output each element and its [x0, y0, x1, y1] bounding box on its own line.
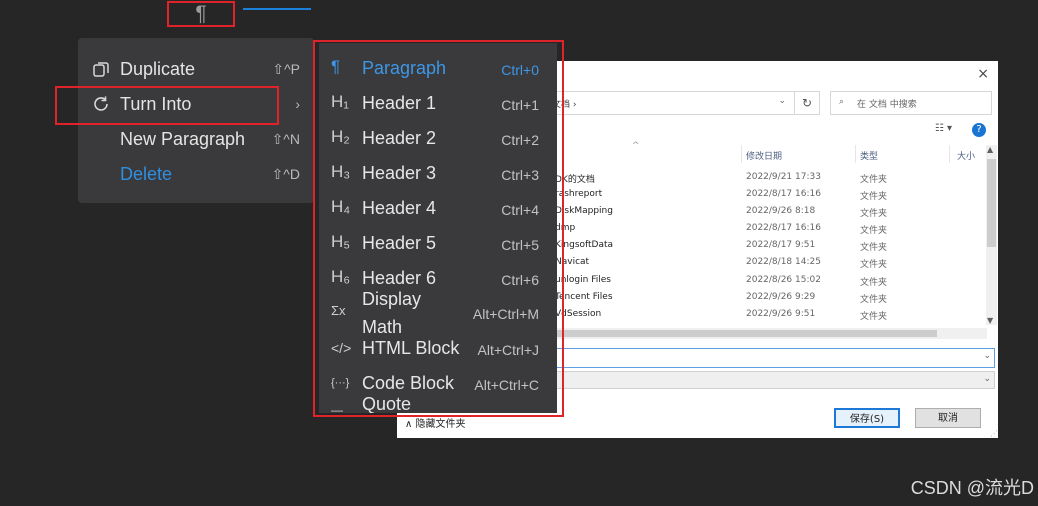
- chevron-down-icon: ⌄: [778, 96, 786, 106]
- turn-into-highlight-frame: [55, 86, 279, 125]
- file-date: 2022/9/26 9:29: [746, 292, 816, 302]
- menu-item-new-paragraph[interactable]: New Paragraph ⇧^N: [78, 121, 314, 156]
- hide-folders-label: 隐藏文件夹: [415, 419, 466, 430]
- file-row[interactable]: VdSession 2022/9/26 9:51 文件夹: [547, 306, 987, 323]
- file-type: 文件夹: [860, 260, 888, 270]
- chevron-right-icon: ›: [295, 96, 300, 112]
- hide-folders-toggle[interactable]: ∧ 隐藏文件夹: [405, 415, 466, 430]
- menu-item-label: Delete: [120, 164, 173, 184]
- close-icon[interactable]: ×: [977, 66, 989, 82]
- help-icon[interactable]: ?: [972, 123, 986, 137]
- active-tab-indicator: [243, 8, 311, 10]
- paragraph-icon: ¶: [195, 2, 207, 25]
- file-row[interactable]: unlogin Files 2022/8/26 15:02 文件夹: [547, 272, 987, 289]
- column-divider[interactable]: [949, 145, 950, 163]
- menu-item-delete[interactable]: Delete ⇧^D: [78, 156, 314, 191]
- search-input[interactable]: ⌕ 在 文档 中搜索: [830, 91, 992, 115]
- search-placeholder: 在 文档 中搜索: [857, 100, 917, 110]
- file-row[interactable]: DK的文档 2022/9/21 17:33 文件夹: [547, 169, 987, 186]
- file-type: 文件夹: [860, 175, 888, 185]
- menu-item-label: Duplicate: [120, 59, 196, 79]
- file-date: 2022/9/21 17:33: [746, 172, 821, 182]
- column-divider[interactable]: [741, 145, 742, 163]
- scroll-down-icon[interactable]: ▼: [987, 316, 993, 325]
- menu-item-shortcut: ⇧^D: [271, 166, 300, 182]
- menu-item-duplicate[interactable]: Duplicate ⇧^P: [78, 51, 314, 86]
- column-divider[interactable]: [855, 145, 856, 163]
- scrollbar-thumb[interactable]: [549, 330, 937, 337]
- file-type: 文件夹: [860, 243, 888, 253]
- sort-ascending-icon: ^: [632, 141, 640, 151]
- refresh-button[interactable]: ↻: [794, 91, 820, 115]
- file-row[interactable]: dmp 2022/8/17 16:16 文件夹: [547, 220, 987, 237]
- column-header-type[interactable]: 类型: [860, 149, 878, 162]
- file-row[interactable]: Tencent Files 2022/9/26 9:29 文件夹: [547, 289, 987, 306]
- file-row[interactable]: DiskMapping 2022/9/26 8:18 文件夹: [547, 203, 987, 220]
- file-row[interactable]: Navicat 2022/8/18 14:25 文件夹: [547, 254, 987, 271]
- chevron-up-icon: ∧: [405, 419, 416, 430]
- scrollbar-thumb[interactable]: [987, 159, 996, 247]
- view-options-icon[interactable]: ☷ ▾: [935, 123, 952, 134]
- chevron-down-icon[interactable]: ⌄: [983, 374, 991, 384]
- submenu-highlight-frame: [313, 40, 564, 417]
- address-bar[interactable]: 文档 › ⌄: [547, 91, 795, 115]
- file-date: 2022/8/18 14:25: [746, 257, 821, 267]
- column-header-date[interactable]: 修改日期: [746, 149, 782, 162]
- filetype-select[interactable]: ⌄: [547, 371, 995, 389]
- menu-item-shortcut: ⇧^P: [272, 61, 300, 77]
- file-type: 文件夹: [860, 192, 888, 202]
- file-date: 2022/8/26 15:02: [746, 275, 821, 285]
- file-date: 2022/9/26 8:18: [746, 206, 816, 216]
- file-date: 2022/8/17 16:16: [746, 189, 821, 199]
- file-row[interactable]: rashreport 2022/8/17 16:16 文件夹: [547, 186, 987, 203]
- file-type: 文件夹: [860, 209, 888, 219]
- file-date: 2022/9/26 9:51: [746, 309, 816, 319]
- scroll-up-icon[interactable]: ▲: [987, 145, 993, 154]
- resize-grip-icon[interactable]: ⋰: [990, 429, 998, 438]
- horizontal-scrollbar[interactable]: [547, 328, 987, 339]
- watermark: CSDN @流光D: [910, 478, 1034, 498]
- file-type: 文件夹: [860, 226, 888, 236]
- file-date: 2022/8/17 9:51: [746, 240, 816, 250]
- duplicate-icon: [93, 62, 109, 77]
- file-type: 文件夹: [860, 295, 888, 305]
- file-type: 文件夹: [860, 312, 888, 322]
- menu-item-label: New Paragraph: [120, 129, 246, 149]
- file-date: 2022/8/17 16:16: [746, 223, 821, 233]
- chevron-down-icon[interactable]: ⌄: [983, 351, 991, 361]
- file-row[interactable]: KingsoftData 2022/8/17 9:51 文件夹: [547, 237, 987, 254]
- save-button[interactable]: 保存(S): [834, 408, 900, 428]
- paragraph-toggle-button[interactable]: ¶: [167, 1, 235, 27]
- cancel-button[interactable]: 取消: [915, 408, 981, 428]
- menu-item-shortcut: ⇧^N: [271, 131, 300, 147]
- vertical-scrollbar[interactable]: ▲ ▼: [986, 145, 997, 325]
- filename-field[interactable]: ⌄: [547, 348, 995, 368]
- column-header-size[interactable]: 大小: [957, 149, 975, 162]
- file-type: 文件夹: [860, 278, 888, 288]
- search-icon: ⌕: [839, 97, 845, 107]
